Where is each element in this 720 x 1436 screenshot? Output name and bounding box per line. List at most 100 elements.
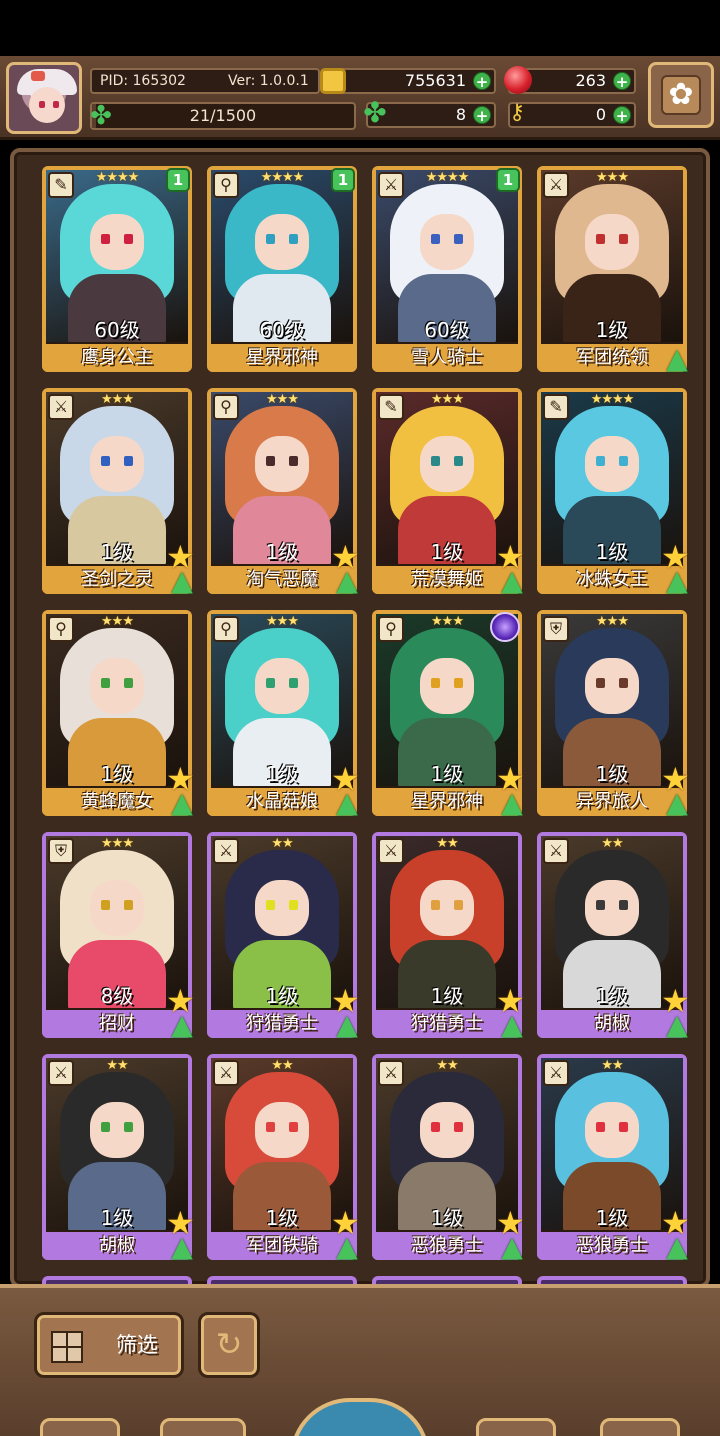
hero-card[interactable]: ★★★★ ⚲ 1 60级 星界邪神 — [207, 166, 357, 372]
hero-card[interactable]: ★★ ⚔ 1级 恶狼勇士 ★ ▲ — [537, 1054, 690, 1262]
portrait-face — [420, 214, 474, 270]
add-coins-button[interactable]: + — [473, 72, 491, 91]
player-id-box: PID: 165302 Ver: 1.0.0.1 — [90, 68, 320, 94]
portrait-eye — [454, 1122, 463, 1132]
stamina-text: 21/1500 — [189, 106, 257, 125]
sword-icon: ⚔ — [378, 172, 404, 198]
nav-tab[interactable] — [476, 1418, 556, 1436]
sword-icon: ⚔ — [543, 172, 569, 198]
portrait-eye — [266, 234, 275, 244]
sword-icon: ⚔ — [543, 838, 569, 864]
nav-tab[interactable] — [160, 1418, 246, 1436]
coin-balance: 755631 + — [336, 68, 496, 94]
wand-icon: ⚲ — [213, 616, 239, 642]
upgrade-arrow-icon[interactable]: ▲ — [331, 1010, 363, 1042]
portrait-eye — [619, 1122, 628, 1132]
portrait-eye — [266, 1122, 275, 1132]
upgrade-arrow-icon[interactable]: ▲ — [331, 788, 363, 820]
avatar-eye — [39, 101, 45, 108]
hero-card[interactable]: ★★★ ⚲ 1级 黄蜂魔女 ★ ▲ — [42, 610, 195, 818]
portrait-eye — [619, 900, 628, 910]
upgrade-arrow-icon[interactable]: ▲ — [661, 1232, 693, 1264]
clover-icon: ✤ — [363, 96, 387, 129]
portrait-face — [585, 658, 639, 714]
hero-card[interactable]: ★★★ ⚲ 1级 星界邪神 ★ ▲ — [372, 610, 525, 818]
sword-icon: ⚔ — [543, 1060, 569, 1086]
hero-card[interactable]: ★★ ⚔ 1级 胡椒 ★ ▲ — [42, 1054, 195, 1262]
hero-card[interactable]: ★★★★ ✎ 1 60级 鹰身公主 — [42, 166, 192, 372]
avatar-bow — [31, 71, 45, 81]
portrait-eye — [101, 678, 110, 688]
gear-icon: ✿ — [661, 75, 701, 115]
nav-tab[interactable] — [600, 1418, 680, 1436]
hero-card[interactable]: ★★★ ⚲ 1级 淘气恶魔 ★ ▲ — [207, 388, 360, 596]
upgrade-arrow-icon[interactable]: ▲ — [661, 344, 693, 376]
portrait-eye — [596, 1122, 605, 1132]
portrait-face — [420, 436, 474, 492]
hero-card[interactable]: ★★★★ ✎ 1级 冰蛛女王 ★ ▲ — [537, 388, 690, 596]
hero-card[interactable]: ★★ ⚔ 1级 军团铁骑 ★ ▲ — [207, 1054, 360, 1262]
hero-level: 60级 — [259, 318, 305, 342]
wand-icon: ⚲ — [213, 172, 239, 198]
filter-button[interactable]: 筛选 — [34, 1312, 184, 1378]
portrait-eye — [124, 1122, 133, 1132]
nav-tab[interactable] — [40, 1418, 120, 1436]
upgrade-arrow-icon[interactable]: ▲ — [331, 566, 363, 598]
game-version: Ver: 1.0.0.1 — [228, 73, 309, 89]
hero-card[interactable]: ★★ ⚔ 1级 狩猎勇士 ★ ▲ — [372, 832, 525, 1040]
upgrade-arrow-icon[interactable]: ▲ — [166, 1232, 198, 1264]
hero-card[interactable]: ★★ ⚔ 1级 胡椒 ★ ▲ — [537, 832, 690, 1040]
sword-icon: ⚔ — [213, 1060, 239, 1086]
add-clovers-button[interactable]: + — [473, 106, 491, 125]
refresh-button[interactable]: ↻ — [198, 1312, 260, 1378]
portrait-face — [585, 880, 639, 936]
clover-stamina-icon: ✤ — [90, 101, 112, 131]
hero-card[interactable]: ★★★★ ⚔ 1 60级 雪人骑士 — [372, 166, 522, 372]
upgrade-arrow-icon[interactable]: ▲ — [166, 566, 198, 598]
upgrade-arrow-icon[interactable]: ▲ — [661, 788, 693, 820]
portrait-face — [420, 658, 474, 714]
filter-label: 筛选 — [116, 1333, 158, 1357]
hero-card[interactable]: ★★★ ✎ 1级 荒漠舞姬 ★ ▲ — [372, 388, 525, 596]
avatar-face — [29, 87, 65, 123]
clover-amount: 8 — [455, 105, 466, 124]
upgrade-arrow-icon[interactable]: ▲ — [496, 1232, 528, 1264]
portrait-eye — [101, 900, 110, 910]
hero-card[interactable]: ★★★ ⚲ 1级 水晶菇娘 ★ ▲ — [207, 610, 360, 818]
portrait-eye — [289, 900, 298, 910]
upgrade-arrow-icon[interactable]: ▲ — [496, 566, 528, 598]
portrait-eye — [454, 900, 463, 910]
hero-card[interactable]: ★★ ⚔ 1级 狩猎勇士 ★ ▲ — [207, 832, 360, 1040]
hero-grid-panel[interactable]: ★★★★ ✎ 1 60级 鹰身公主 ★★★★ ⚲ 1 60级 星界邪神 ★★★★ ⚔ 1 60级 雪人骑士 ★… — [10, 148, 710, 1288]
portrait-face — [420, 1102, 474, 1158]
upgrade-arrow-icon[interactable]: ▲ — [331, 1232, 363, 1264]
add-keys-button[interactable]: + — [613, 106, 631, 125]
nav-center-world-button[interactable] — [290, 1398, 430, 1436]
staff-icon: ✎ — [543, 394, 569, 420]
hero-card[interactable]: ★★★ ⚔ 1级 圣剑之灵 ★ ▲ — [42, 388, 195, 596]
upgrade-arrow-icon[interactable]: ▲ — [661, 566, 693, 598]
hero-card[interactable]: ★★★ ⛨ 1级 异界旅人 ★ ▲ — [537, 610, 690, 818]
hero-card[interactable]: ★★★ ⚔ 1级 军团统领 ▲ — [537, 166, 688, 374]
stamina-bar: 21/1500 — [90, 102, 356, 130]
hero-card[interactable]: ★★★ ⛨ 8级 招财 ★ ▲ — [42, 832, 195, 1040]
portrait-eye — [266, 900, 275, 910]
hero-level: 1级 — [595, 318, 629, 342]
portrait-face — [585, 436, 639, 492]
coin-amount: 755631 — [404, 71, 466, 90]
upgrade-arrow-icon[interactable]: ▲ — [166, 788, 198, 820]
player-avatar[interactable] — [6, 62, 82, 134]
gem-amount: 263 — [575, 71, 606, 90]
upgrade-arrow-icon[interactable]: ▲ — [496, 1010, 528, 1042]
sword-icon: ⚔ — [48, 1060, 74, 1086]
portrait-face — [90, 658, 144, 714]
hero-card[interactable]: ★★ ⚔ 1级 恶狼勇士 ★ ▲ — [372, 1054, 525, 1262]
add-gems-button[interactable]: + — [613, 72, 631, 91]
upgrade-arrow-icon[interactable]: ▲ — [166, 1010, 198, 1042]
upgrade-arrow-icon[interactable]: ▲ — [661, 1010, 693, 1042]
portrait-eye — [431, 456, 440, 466]
portrait-eye — [124, 456, 133, 466]
settings-button[interactable]: ✿ — [648, 62, 714, 128]
upgrade-arrow-icon[interactable]: ▲ — [496, 788, 528, 820]
shield-icon: ⛨ — [48, 838, 74, 864]
